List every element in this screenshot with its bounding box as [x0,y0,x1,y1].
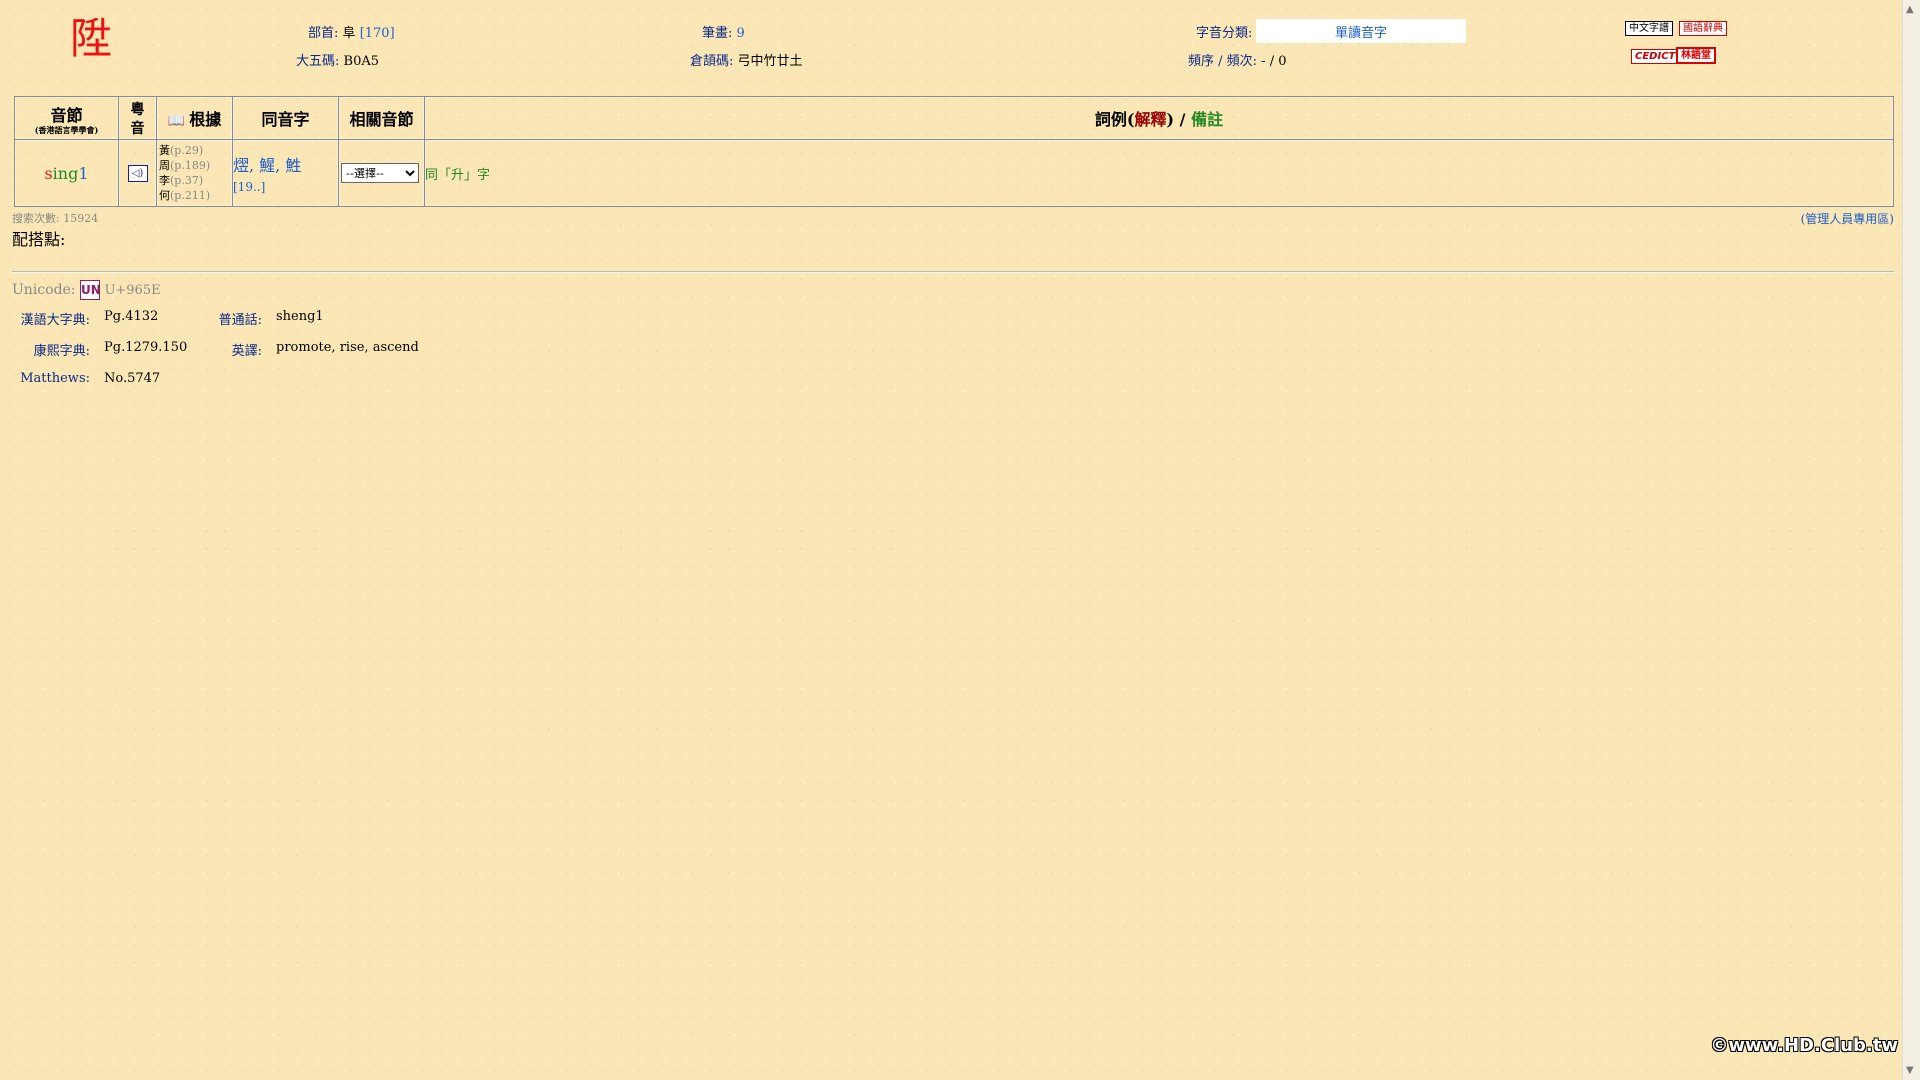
radical-number-link[interactable]: [170] [360,26,395,41]
homophones-more-link[interactable]: [19..] [233,180,265,194]
list-item: 何(p.211) [159,189,211,202]
zhongwen-link-button[interactable]: 中文字譜 [1625,21,1673,36]
hanyu-label: 漢語大字典: [20,313,90,328]
table-header-row: 音節 (香港語言學學會) 粵 音 📖 根據 同音字 相關音節 詞例(解釋) / 備… [14,96,1894,140]
syllable-header: 音節 (香港語言學學會) [14,96,119,140]
category-value: 單讀音字 [1256,19,1466,43]
hanyu-value: Pg.4132 [104,309,159,324]
scroll-down-icon[interactable]: ▼ [1906,1065,1914,1076]
kangxi-label: 康熙字典: [33,344,90,359]
lam-dictionary-button[interactable]: 林語堂 [1676,47,1716,64]
audio-cell: ◁) [118,139,157,207]
divider [12,271,1894,273]
examples-header: 詞例(解釋) / 備註 [424,96,1894,140]
source-header: 📖 根據 [156,96,233,140]
speaker-icon[interactable]: ◁) [127,164,148,182]
homophones-header: 同音字 [232,96,339,140]
frequency-info: 頻序 / 頻次: - / 0 [1188,54,1287,69]
header-bar: 陞 部首: 阜 [170] 大五碼: B0A5 筆畫: 9 倉頡碼: 弓中竹廿土… [0,0,1900,90]
pairing-label: 配搭點: [12,230,66,249]
mandarin-value: sheng1 [276,309,324,324]
mandarin-label: 普通話: [218,313,262,328]
vertical-scrollbar[interactable]: ▲ ▼ [1902,0,1920,1080]
unicode-row: Unicode: UN U+965E [12,280,161,300]
kangxi-value: Pg.1279.150 [104,340,188,355]
syllable-cell: sing1 [14,139,119,207]
source-cell: 黃(p.29) 周(p.189) 李(p.37) 何(p.211) [156,139,233,207]
list-item: 李(p.37) [159,174,204,187]
related-syllables-header: 相關音節 [338,96,425,140]
strokes-info: 筆畫: 9 [702,26,745,41]
audio-header: 粵 音 [118,96,157,140]
matthews-label: Matthews: [20,371,90,386]
book-icon: 📖 [167,113,186,129]
unicode-logo-icon[interactable]: UN [79,280,101,300]
watermark: ©www.HD.Club.tw [1710,1035,1898,1056]
related-syllables-cell: --選擇-- [338,139,425,207]
big5-info: 大五碼: B0A5 [296,54,380,69]
homophones-cell: 熤, 鯹, 鮏 [19..] [232,139,339,207]
scroll-up-icon[interactable]: ▲ [1906,4,1914,15]
examples-cell: 同「升」字 [424,139,1894,207]
related-syllables-select[interactable]: --選擇-- [341,163,419,183]
english-label: 英譯: [231,344,262,359]
admin-area-link[interactable]: (管理人員專用區) [1801,210,1894,227]
radical-info: 部首: 阜 [170] [308,26,395,41]
pronunciation-table: 音節 (香港語言學學會) 粵 音 📖 根據 同音字 相關音節 詞例(解釋) / 備… [14,96,1894,207]
table-row: sing1 ◁) 黃(p.29) 周(p.189) 李(p.37) 何(p.21… [14,139,1894,207]
guoyu-dictionary-button[interactable]: 國語辭典 [1679,21,1727,36]
cedict-button[interactable]: CEDICT [1631,49,1680,64]
category-label: 字音分類: [1196,26,1253,41]
cangjie-info: 倉頡碼: 弓中竹廿土 [690,54,803,69]
english-value: promote, rise, ascend [276,340,419,355]
search-count: 搜索次數: 15924 [12,212,99,225]
headword-character: 陞 [70,14,113,63]
homophones-link[interactable]: 熤, 鯹, 鮏 [233,156,301,175]
matthews-value: No.5747 [104,371,161,386]
list-item: 周(p.189) [159,159,211,172]
list-item: 黃(p.29) [159,144,204,157]
